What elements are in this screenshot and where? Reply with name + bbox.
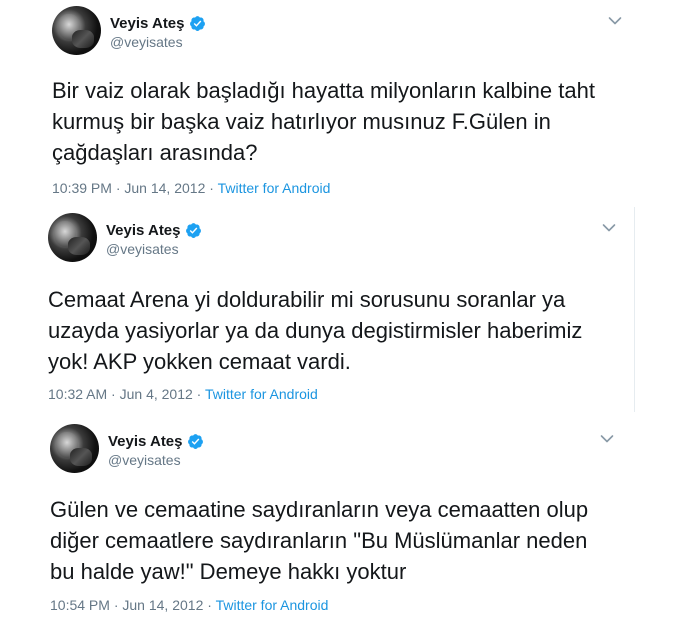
meta-separator: · [203,597,216,613]
meta-separator: · [205,180,218,196]
avatar[interactable] [52,6,101,55]
chevron-down-icon[interactable] [600,434,614,444]
tweet-card[interactable]: Veyis Ateş @veyisates Cemaat Arena yi do… [34,207,635,412]
tweet-meta: 10:54 PM · Jun 14, 2012 · Twitter for An… [50,597,328,613]
tweet-text: Bir vaiz olarak başladığı hayatta milyon… [52,78,595,165]
verified-badge-icon [189,15,205,31]
meta-separator: · [192,386,205,402]
tweet-meta: 10:32 AM · Jun 4, 2012 · Twitter for And… [48,386,318,402]
meta-separator: · [107,386,120,402]
tweet-source-link[interactable]: Twitter for Android [218,180,331,196]
avatar[interactable] [48,213,97,262]
user-handle[interactable]: @veyisates [108,452,204,468]
verified-badge-icon [187,433,203,449]
display-name[interactable]: Veyis Ateş [106,222,181,239]
author-block: Veyis Ateş @veyisates [108,431,204,468]
display-name[interactable]: Veyis Ateş [108,433,183,450]
avatar[interactable] [50,424,99,473]
author-block: Veyis Ateş @veyisates [106,220,202,257]
chevron-down-icon[interactable] [602,223,616,233]
user-handle[interactable]: @veyisates [110,34,206,50]
meta-separator: · [111,180,125,196]
chevron-down-icon[interactable] [608,16,622,26]
tweet-source-link[interactable]: Twitter for Android [216,597,329,613]
meta-separator: · [109,597,123,613]
tweet-time[interactable]: 10:32 AM [48,386,107,402]
tweet-date[interactable]: Jun 14, 2012 [124,180,205,196]
author-block: Veyis Ateş @veyisates [110,13,206,50]
verified-badge-icon [185,222,201,238]
tweet-date[interactable]: Jun 4, 2012 [120,386,193,402]
tweet-time[interactable]: 10:54 PM [50,597,110,613]
tweet-source-link[interactable]: Twitter for Android [205,386,318,402]
tweet-meta: 10:39 PM · Jun 14, 2012 · Twitter for An… [52,180,330,196]
display-name[interactable]: Veyis Ateş [110,15,185,32]
tweet-date[interactable]: Jun 14, 2012 [122,597,203,613]
tweet-card[interactable]: Veyis Ateş @veyisates Gülen ve cemaatine… [36,418,656,618]
tweet-text: Cemaat Arena yi doldurabilir mi sorusunu… [48,287,583,374]
tweet-card[interactable]: Veyis Ateş @veyisates Bir vaiz olarak ba… [38,0,668,205]
tweet-text: Gülen ve cemaatine saydıranların veya ce… [50,497,589,584]
user-handle[interactable]: @veyisates [106,241,202,257]
tweet-time[interactable]: 10:39 PM [52,180,112,196]
